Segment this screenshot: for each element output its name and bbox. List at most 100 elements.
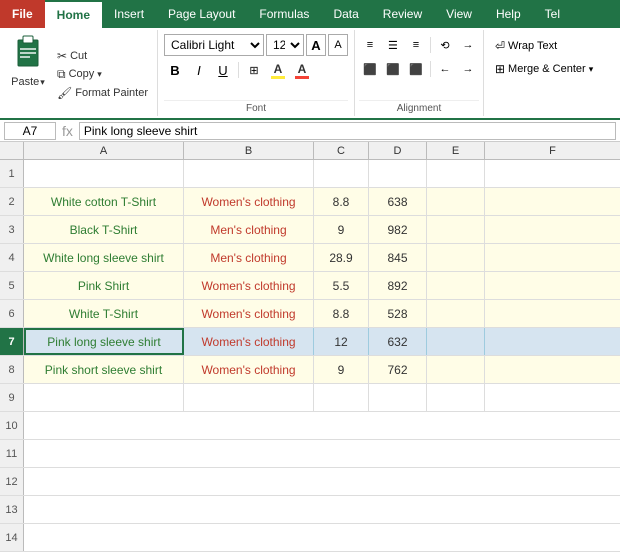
cell-E5[interactable] <box>427 272 485 299</box>
cell-A1[interactable] <box>24 160 184 187</box>
cell-A4[interactable]: White long sleeve shirt <box>24 244 184 271</box>
cell-A9[interactable] <box>24 384 184 411</box>
table-row[interactable]: 12 <box>0 468 620 496</box>
cell-A2[interactable]: White cotton T-Shirt <box>24 188 184 215</box>
align-top-left-button[interactable]: ≡ <box>359 34 381 56</box>
align-right-button[interactable]: ⬛ <box>405 58 427 80</box>
name-box[interactable] <box>4 122 56 140</box>
tab-help[interactable]: Help <box>484 0 533 28</box>
cell-C4[interactable]: 28.9 <box>314 244 369 271</box>
increase-indent-button[interactable]: → <box>457 58 479 80</box>
table-row[interactable]: 4 White long sleeve shirt Men's clothing… <box>0 244 620 272</box>
table-row[interactable]: 11 <box>0 440 620 468</box>
cell-A5[interactable]: Pink Shirt <box>24 272 184 299</box>
cell-D3[interactable]: 982 <box>369 216 427 243</box>
cell-C2[interactable]: 8.8 <box>314 188 369 215</box>
cell-B2[interactable]: Women's clothing <box>184 188 314 215</box>
font-name-dropdown[interactable]: Calibri Light <box>164 34 264 56</box>
cell-E3[interactable] <box>427 216 485 243</box>
cell-A6[interactable]: White T-Shirt <box>24 300 184 327</box>
cell-A3[interactable]: Black T-Shirt <box>24 216 184 243</box>
cell-F3[interactable] <box>485 216 620 243</box>
table-row[interactable]: 14 <box>0 524 620 552</box>
cell-E8[interactable] <box>427 356 485 383</box>
cell-E4[interactable] <box>427 244 485 271</box>
cell-D2[interactable]: 638 <box>369 188 427 215</box>
cell-D5[interactable]: 892 <box>369 272 427 299</box>
cell-D1[interactable] <box>369 160 427 187</box>
table-row[interactable]: 9 <box>0 384 620 412</box>
table-row[interactable]: 1 <box>0 160 620 188</box>
cell-F9[interactable] <box>485 384 620 411</box>
cell-B5[interactable]: Women's clothing <box>184 272 314 299</box>
cell-D4[interactable]: 845 <box>369 244 427 271</box>
tab-insert[interactable]: Insert <box>102 0 156 28</box>
cell-D7[interactable]: 632 <box>369 328 427 355</box>
cell-F6[interactable] <box>485 300 620 327</box>
cell-C6[interactable]: 8.8 <box>314 300 369 327</box>
cell-B7[interactable]: Women's clothing <box>184 328 314 355</box>
tab-tel[interactable]: Tel <box>533 0 572 28</box>
underline-button[interactable]: U <box>212 59 234 81</box>
table-row[interactable]: 7 Pink long sleeve shirt Women's clothin… <box>0 328 620 356</box>
indent-increase-button[interactable]: → <box>457 34 479 56</box>
table-row[interactable]: 5 Pink Shirt Women's clothing 5.5 892 <box>0 272 620 300</box>
cell-B3[interactable]: Men's clothing <box>184 216 314 243</box>
cell-C8[interactable]: 9 <box>314 356 369 383</box>
bold-button[interactable]: B <box>164 59 186 81</box>
cell-F7[interactable] <box>485 328 620 355</box>
decrease-indent-button[interactable]: ← <box>434 58 456 80</box>
align-center-button[interactable]: ⬛ <box>382 58 404 80</box>
decrease-font-button[interactable]: A <box>328 34 348 56</box>
cell-E6[interactable] <box>427 300 485 327</box>
table-row[interactable]: 13 <box>0 496 620 524</box>
table-row[interactable]: 10 <box>0 412 620 440</box>
tab-formulas[interactable]: Formulas <box>247 0 321 28</box>
table-row[interactable]: 2 White cotton T-Shirt Women's clothing … <box>0 188 620 216</box>
align-left-button[interactable]: ⬛ <box>359 58 381 80</box>
tab-page-layout[interactable]: Page Layout <box>156 0 247 28</box>
increase-font-button[interactable]: A <box>306 34 326 56</box>
cell-C9[interactable] <box>314 384 369 411</box>
table-row[interactable]: 6 White T-Shirt Women's clothing 8.8 528 <box>0 300 620 328</box>
merge-center-button[interactable]: ⊞ Merge & Center ▾ <box>490 59 598 79</box>
align-top-center-button[interactable]: ☰ <box>382 34 404 56</box>
fill-color-button[interactable]: A <box>267 59 289 81</box>
copy-button[interactable]: ⧉ Copy ▾ <box>54 66 151 83</box>
cut-button[interactable]: ✂ Cut <box>54 48 151 64</box>
cell-B1[interactable] <box>184 160 314 187</box>
font-size-dropdown[interactable]: 12 <box>266 34 304 56</box>
tab-view[interactable]: View <box>434 0 484 28</box>
tab-data[interactable]: Data <box>321 0 370 28</box>
cell-F4[interactable] <box>485 244 620 271</box>
orientation-button[interactable]: ⟲ <box>434 34 456 56</box>
cell-C5[interactable]: 5.5 <box>314 272 369 299</box>
cell-F5[interactable] <box>485 272 620 299</box>
paste-button[interactable]: Paste ▾ <box>11 76 45 88</box>
cell-A8[interactable]: Pink short sleeve shirt <box>24 356 184 383</box>
wrap-text-button[interactable]: ⏎ Wrap Text <box>490 36 598 56</box>
align-top-right-button[interactable]: ≡ <box>405 34 427 56</box>
cell-C7[interactable]: 12 <box>314 328 369 355</box>
cell-D9[interactable] <box>369 384 427 411</box>
cell-C1[interactable] <box>314 160 369 187</box>
font-color-button[interactable]: A <box>291 59 313 81</box>
cell-C3[interactable]: 9 <box>314 216 369 243</box>
cell-B4[interactable]: Men's clothing <box>184 244 314 271</box>
cell-B9[interactable] <box>184 384 314 411</box>
cell-D6[interactable]: 528 <box>369 300 427 327</box>
cell-F8[interactable] <box>485 356 620 383</box>
tab-file[interactable]: File <box>0 0 45 28</box>
table-row[interactable]: 8 Pink short sleeve shirt Women's clothi… <box>0 356 620 384</box>
formula-input[interactable] <box>79 122 616 140</box>
cell-B6[interactable]: Women's clothing <box>184 300 314 327</box>
cell-E1[interactable] <box>427 160 485 187</box>
italic-button[interactable]: I <box>188 59 210 81</box>
cell-D8[interactable]: 762 <box>369 356 427 383</box>
borders-button[interactable]: ⊞ <box>243 59 265 81</box>
tab-review[interactable]: Review <box>371 0 434 28</box>
cell-E7[interactable] <box>427 328 485 355</box>
cell-E9[interactable] <box>427 384 485 411</box>
table-row[interactable]: 3 Black T-Shirt Men's clothing 9 982 <box>0 216 620 244</box>
cell-E2[interactable] <box>427 188 485 215</box>
